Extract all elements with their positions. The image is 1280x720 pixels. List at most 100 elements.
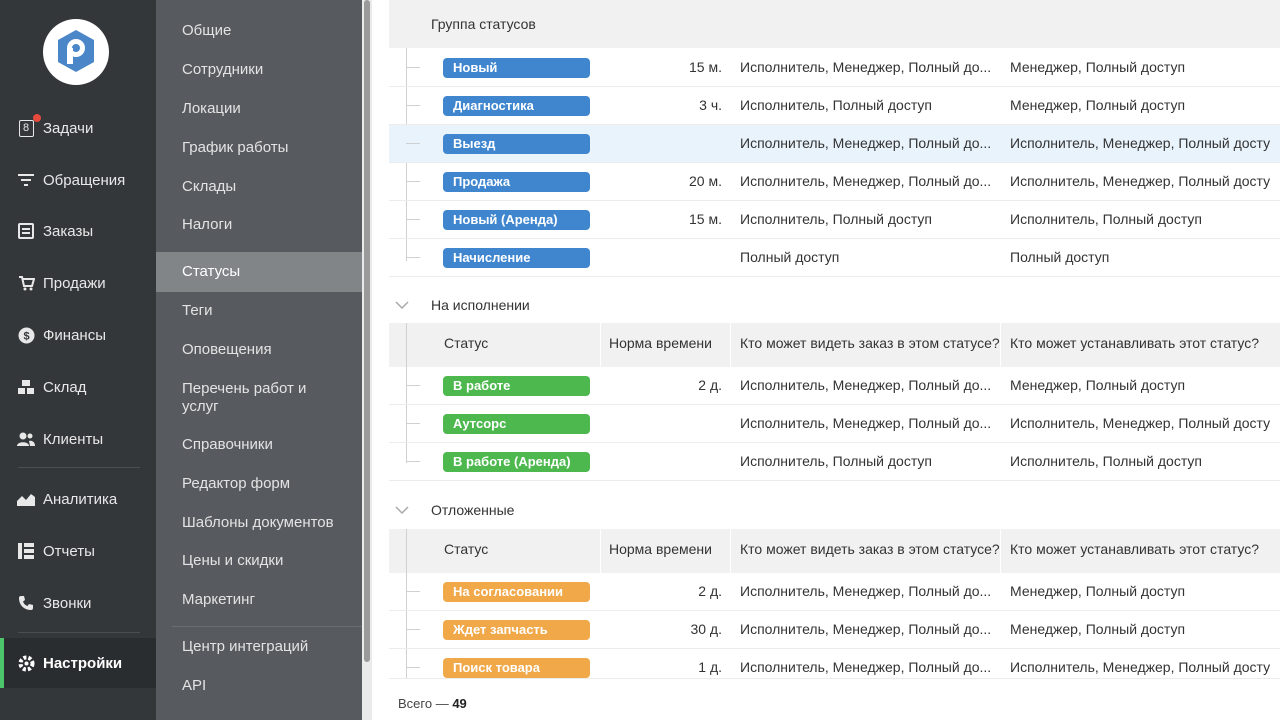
submenu-label: Статусы xyxy=(182,263,241,280)
nav-item-calls[interactable]: Звонки xyxy=(0,583,156,623)
status-row[interactable]: В работе 2 д. Исполнитель, Менеджер, Пол… xyxy=(389,367,1280,405)
submenu-label: Налоги xyxy=(182,216,233,233)
status-pill[interactable]: Новый (Аренда) xyxy=(443,210,590,230)
who-sets-cell: Менеджер, Полный доступ xyxy=(1010,97,1186,113)
submenu-item-warehouses[interactable]: Склады xyxy=(156,177,362,197)
status-pill[interactable]: Новый xyxy=(443,58,590,78)
submenu-item-general[interactable]: Общие xyxy=(156,21,362,41)
status-pill[interactable]: Поиск товара xyxy=(443,658,590,678)
status-pill[interactable]: Ждет запчасть xyxy=(443,620,590,640)
nav-item-reports[interactable]: Отчеты xyxy=(0,531,156,571)
total-label: Всего — xyxy=(398,696,449,711)
norm-cell: 3 ч. xyxy=(699,97,722,113)
status-pill[interactable]: Выезд xyxy=(443,134,590,154)
col-status-header[interactable]: Статус xyxy=(444,335,488,351)
app-logo[interactable] xyxy=(43,19,109,85)
submenu-item-doc-templates[interactable]: Шаблоны документов xyxy=(156,513,362,533)
nav-item-warehouse[interactable]: Склад xyxy=(0,367,156,407)
nav-item-orders[interactable]: Заказы xyxy=(0,211,156,251)
col-who-sees-header[interactable]: Кто может видеть заказ в этом статусе? xyxy=(740,541,1000,557)
col-divider xyxy=(1000,529,1001,573)
orders-icon xyxy=(17,222,35,240)
tree-branch xyxy=(406,667,420,668)
submenu-item-prices[interactable]: Цены и скидки xyxy=(156,551,362,571)
submenu-item-schedule[interactable]: График работы xyxy=(156,138,362,158)
tree-branch xyxy=(406,105,420,106)
status-row[interactable]: Новый 15 м. Исполнитель, Менеджер, Полны… xyxy=(389,49,1280,87)
gear-icon xyxy=(17,654,35,672)
col-who-sees-header[interactable]: Кто может видеть заказ в этом статусе? xyxy=(740,335,1000,351)
who-sets-cell: Менеджер, Полный доступ xyxy=(1010,583,1186,599)
tree-branch xyxy=(406,423,420,424)
col-status-header[interactable]: Статус xyxy=(444,541,488,557)
nav-label: Настройки xyxy=(43,654,123,672)
tree-branch xyxy=(406,219,420,220)
who-sees-cell: Исполнитель, Полный доступ xyxy=(740,97,932,113)
nav-item-sales[interactable]: Продажи xyxy=(0,263,156,303)
nav-label: Обращения xyxy=(43,171,126,189)
submenu-item-integrations[interactable]: Центр интеграций xyxy=(156,637,362,657)
svg-text:$: $ xyxy=(23,330,29,342)
tasks-count: 8 xyxy=(18,119,34,137)
nav-item-settings[interactable]: Настройки xyxy=(0,638,156,688)
nav-item-tasks[interactable]: 8 Задачи xyxy=(0,108,156,148)
submenu-label: Теги xyxy=(182,302,213,319)
status-row[interactable]: Ждет запчасть 30 д. Исполнитель, Менедже… xyxy=(389,611,1280,649)
nav-item-requests[interactable]: Обращения xyxy=(0,160,156,200)
group-header[interactable]: На исполнении xyxy=(389,281,1280,329)
status-pill[interactable]: На согласовании xyxy=(443,582,590,602)
submenu-item-employees[interactable]: Сотрудники xyxy=(156,60,362,80)
chevron-down-icon[interactable] xyxy=(389,301,415,309)
group-header[interactable]: Группа статусов xyxy=(389,0,1280,48)
nav-item-clients[interactable]: Клиенты xyxy=(0,419,156,459)
submenu-item-marketing[interactable]: Маркетинг xyxy=(156,590,362,610)
status-row[interactable]: В работе (Аренда) Исполнитель, Полный до… xyxy=(389,443,1280,481)
status-row[interactable]: Аутсорс Исполнитель, Менеджер, Полный до… xyxy=(389,405,1280,443)
main-nav: 8 Задачи Обращения Заказы Продажи $ Фина… xyxy=(0,0,156,720)
status-row[interactable]: Новый (Аренда) 15 м. Исполнитель, Полный… xyxy=(389,201,1280,239)
settings-submenu: Общие Сотрудники Локации График работы С… xyxy=(156,0,362,720)
status-row[interactable]: Поиск товара 1 д. Исполнитель, Менеджер,… xyxy=(389,649,1280,679)
who-sees-cell: Исполнитель, Полный доступ xyxy=(740,453,932,469)
nav-label: Склад xyxy=(43,378,87,396)
status-row[interactable]: Выезд Исполнитель, Менеджер, Полный до..… xyxy=(389,125,1280,163)
submenu-label: Шаблоны документов xyxy=(182,514,334,531)
who-sees-cell: Исполнитель, Менеджер, Полный до... xyxy=(740,135,992,151)
group-title: Группа статусов xyxy=(431,16,536,32)
chevron-down-icon[interactable] xyxy=(389,506,415,514)
who-sets-cell: Менеджер, Полный доступ xyxy=(1010,59,1186,75)
status-pill[interactable]: Продажа xyxy=(443,172,590,192)
submenu-item-form-editor[interactable]: Редактор форм xyxy=(156,474,362,494)
status-pill[interactable]: Диагностика xyxy=(443,96,590,116)
submenu-item-taxes[interactable]: Налоги xyxy=(156,215,362,235)
nav-item-finance[interactable]: $ Финансы xyxy=(0,315,156,355)
submenu-item-notifications[interactable]: Оповещения xyxy=(156,340,362,360)
status-pill[interactable]: Начисление xyxy=(443,248,590,268)
tree-branch xyxy=(406,181,420,182)
col-norm-header[interactable]: Норма времени xyxy=(609,541,712,557)
submenu-item-tags[interactable]: Теги xyxy=(156,301,362,321)
col-norm-header[interactable]: Норма времени xyxy=(609,335,712,351)
submenu-scrollbar-thumb[interactable] xyxy=(364,0,370,662)
submenu-item-services[interactable]: Перечень работ и услуг xyxy=(156,380,316,416)
status-row[interactable]: Начисление Полный доступ Полный доступ xyxy=(389,239,1280,277)
norm-cell: 2 д. xyxy=(698,377,722,393)
status-row[interactable]: Продажа 20 м. Исполнитель, Менеджер, Пол… xyxy=(389,163,1280,201)
col-who-sets-header[interactable]: Кто может устанавливать этот статус? xyxy=(1010,335,1259,351)
group-header[interactable]: Отложенные xyxy=(389,486,1280,534)
status-pill[interactable]: Аутсорс xyxy=(443,414,590,434)
col-who-sets-header[interactable]: Кто может устанавливать этот статус? xyxy=(1010,541,1259,557)
submenu-label: Локации xyxy=(182,100,241,117)
tree-branch xyxy=(406,629,420,630)
nav-label: Отчеты xyxy=(43,542,95,560)
norm-cell: 15 м. xyxy=(689,211,722,227)
nav-item-analytics[interactable]: Аналитика xyxy=(0,479,156,519)
submenu-item-api[interactable]: API xyxy=(156,676,362,696)
submenu-item-statuses[interactable]: Статусы xyxy=(156,252,362,292)
status-pill[interactable]: В работе (Аренда) xyxy=(443,452,590,472)
status-pill[interactable]: В работе xyxy=(443,376,590,396)
submenu-item-locations[interactable]: Локации xyxy=(156,99,362,119)
status-row[interactable]: На согласовании 2 д. Исполнитель, Менедж… xyxy=(389,573,1280,611)
status-row[interactable]: Диагностика 3 ч. Исполнитель, Полный дос… xyxy=(389,87,1280,125)
submenu-item-directories[interactable]: Справочники xyxy=(156,435,362,455)
